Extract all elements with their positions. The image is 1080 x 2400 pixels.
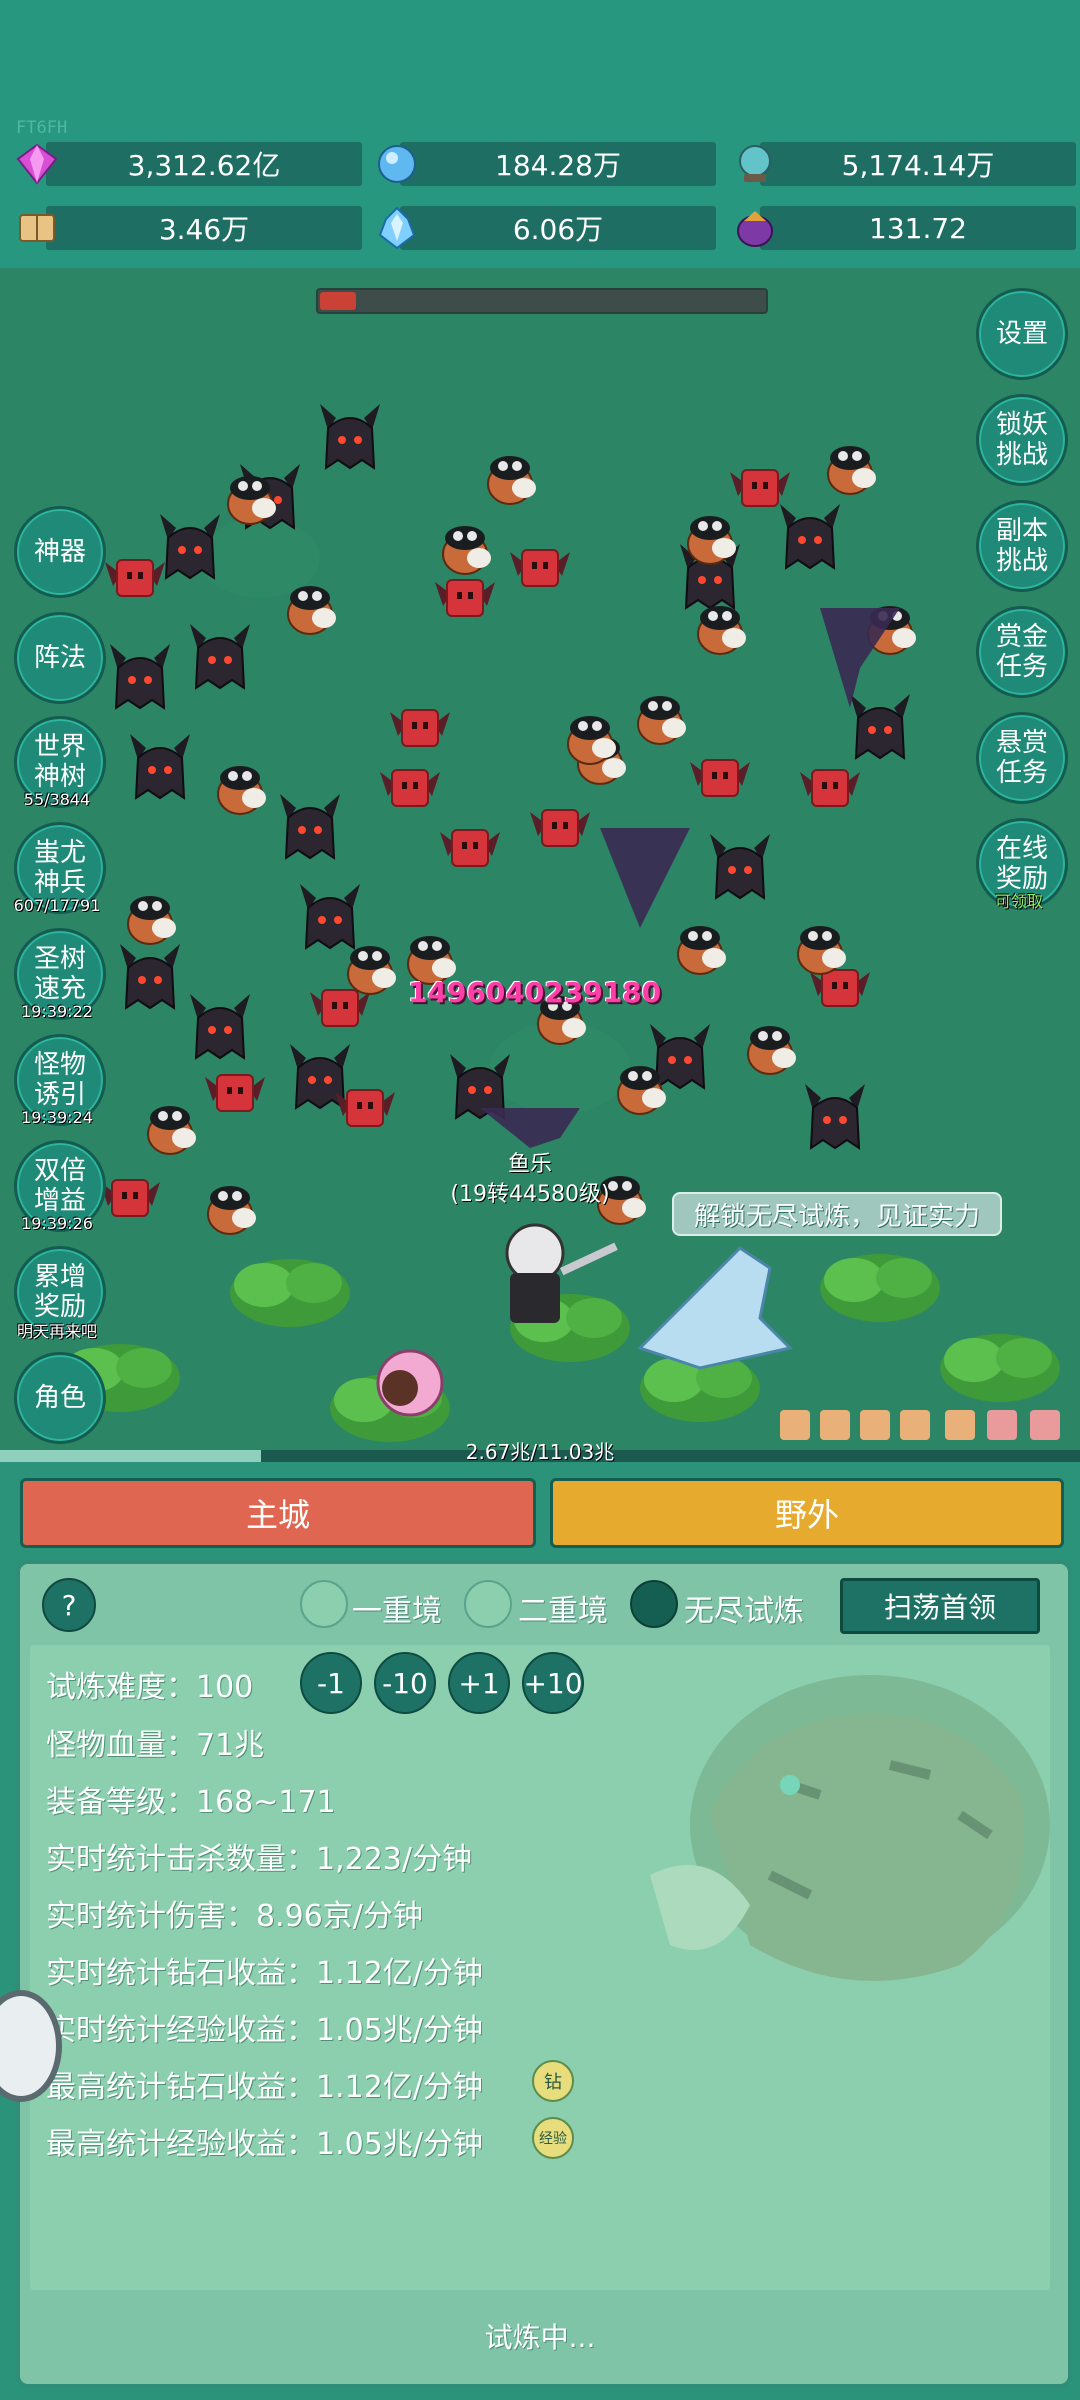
dungeon-label: 副本 挑战 xyxy=(995,516,1048,576)
exp-badge-icon: 经验 xyxy=(532,2117,574,2159)
demon-lock-challenge-button[interactable]: 锁妖 挑战 xyxy=(976,394,1068,486)
difficulty-plus-1[interactable]: +1 xyxy=(448,1652,510,1714)
artifact-label: 神器 xyxy=(33,537,86,567)
settings-button[interactable]: 设置 xyxy=(976,288,1068,380)
sweep-boss-button[interactable]: 扫荡首领 xyxy=(840,1578,1040,1634)
blue-gem-icon xyxy=(372,139,422,189)
resource-value: 5,174.14万 xyxy=(841,149,995,182)
difficulty-minus-10[interactable]: -10 xyxy=(374,1652,436,1714)
boss-hp-fill xyxy=(320,292,356,310)
resource-value: 184.28万 xyxy=(495,149,621,182)
resource-crystal-ball: 5,174.14万 xyxy=(760,142,1076,186)
max-exp-income: 最高统计经验收益：1.05兆/分钟 xyxy=(46,2127,483,2162)
world-tree-label: 世界 神树 xyxy=(33,732,86,792)
crystal-ball-icon xyxy=(730,139,780,189)
diamond-income: 实时统计钻石收益：1.12亿/分钟 xyxy=(46,1956,483,1991)
resource-diamond: 3,312.62亿 xyxy=(46,142,362,186)
world-tree-progress: 55/3844 xyxy=(23,790,91,809)
diamond-icon xyxy=(12,139,62,189)
chiyou-weapon-label: 蚩尤 神兵 xyxy=(33,838,86,898)
wild-tab[interactable]: 野外 xyxy=(550,1478,1064,1548)
xp-text: 2.67兆/11.03兆 xyxy=(465,1440,615,1464)
damage-per-minute: 实时统计伤害：8.96京/分钟 xyxy=(46,1899,423,1934)
artifact-button[interactable]: 神器 xyxy=(14,506,106,598)
mode-label-3[interactable]: 无尽试炼 xyxy=(684,1586,804,1630)
exp-income: 实时统计经验收益：1.05兆/分钟 xyxy=(46,2013,483,2048)
mode-radio-3[interactable] xyxy=(630,1580,678,1628)
kills-per-minute: 实时统计击杀数量：1,223/分钟 xyxy=(46,1842,472,1877)
cumulative-reward-status: 明天再来吧 xyxy=(16,1322,97,1341)
diamond-badge-icon: 钻 xyxy=(532,2060,574,2102)
double-boost-timer: 19:39:26 xyxy=(21,1214,93,1233)
main-city-tab[interactable]: 主城 xyxy=(20,1478,536,1548)
difficulty-plus-10[interactable]: +10 xyxy=(522,1652,584,1714)
resource-book: 3.46万 xyxy=(46,206,362,250)
trial-status: 试炼中... xyxy=(484,2321,596,2354)
double-boost-label: 双倍 增益 xyxy=(33,1156,86,1216)
bounty-task-label: 赏金 任务 xyxy=(995,622,1048,682)
character-button[interactable]: 角色 xyxy=(14,1352,106,1444)
purple-orb-icon xyxy=(730,203,780,253)
mode-label-1[interactable]: 一重境 xyxy=(352,1586,442,1630)
battle-field[interactable] xyxy=(0,268,1080,1450)
demon-lock-label: 锁妖 挑战 xyxy=(995,410,1048,470)
player-level: (19转44580级) xyxy=(450,1182,610,1207)
speech-bubble[interactable]: 解锁无尽试炼，见证实力 xyxy=(672,1192,1002,1236)
difficulty-label: 试炼难度：100 xyxy=(46,1670,254,1705)
wanted-task-button[interactable]: 悬赏 任务 xyxy=(976,712,1068,804)
boss-hp-bar xyxy=(316,288,768,314)
difficulty-minus-1[interactable]: -1 xyxy=(300,1652,362,1714)
monster-lure-label: 怪物 诱引 xyxy=(33,1050,86,1110)
damage-number: 1496040239180 xyxy=(408,976,662,1009)
monster-lure-timer: 19:39:24 xyxy=(21,1108,93,1127)
resource-value: 6.06万 xyxy=(512,213,604,246)
wanted-task-label: 悬赏 任务 xyxy=(995,728,1048,788)
resource-ice-crystal: 6.06万 xyxy=(400,206,716,250)
player-name: 鱼乐 xyxy=(507,1152,552,1177)
dungeon-challenge-button[interactable]: 副本 挑战 xyxy=(976,500,1068,592)
equipment-level: 装备等级：168~171 xyxy=(46,1785,336,1820)
mode-radio-2[interactable] xyxy=(464,1580,512,1628)
resource-value: 3,312.62亿 xyxy=(127,149,281,182)
ice-crystal-icon xyxy=(372,203,422,253)
resource-value: 3.46万 xyxy=(158,213,250,246)
resource-purple-orb: 131.72 xyxy=(760,206,1076,250)
holy-tree-recharge-label: 圣树 速充 xyxy=(33,944,86,1004)
online-reward-status: 可领取 xyxy=(994,892,1043,911)
max-diamond-income: 最高统计钻石收益：1.12亿/分钟 xyxy=(46,2070,483,2105)
monster-hp: 怪物血量：71兆 xyxy=(46,1728,265,1763)
formation-label: 阵法 xyxy=(33,643,86,673)
cumulative-reward-label: 累增 奖励 xyxy=(33,1262,86,1322)
settings-label: 设置 xyxy=(995,319,1048,349)
resource-value: 131.72 xyxy=(869,211,967,245)
watermark: FT6FH xyxy=(16,118,68,138)
help-button[interactable]: ? xyxy=(42,1578,96,1632)
battle-scene xyxy=(60,403,1060,1442)
wild-label: 野外 xyxy=(774,1496,839,1534)
holy-tree-timer: 19:39:22 xyxy=(21,1002,93,1021)
book-icon xyxy=(12,203,62,253)
main-city-label: 主城 xyxy=(245,1496,310,1534)
resource-blue-gem: 184.28万 xyxy=(400,142,716,186)
character-label: 角色 xyxy=(33,1383,86,1413)
bounty-task-button[interactable]: 赏金 任务 xyxy=(976,606,1068,698)
mode-radio-1[interactable] xyxy=(300,1580,348,1628)
formation-button[interactable]: 阵法 xyxy=(14,612,106,704)
mode-label-2[interactable]: 二重境 xyxy=(518,1586,608,1630)
chiyou-weapon-progress: 607/17791 xyxy=(13,896,101,915)
online-reward-label: 在线 奖励 xyxy=(995,834,1048,894)
